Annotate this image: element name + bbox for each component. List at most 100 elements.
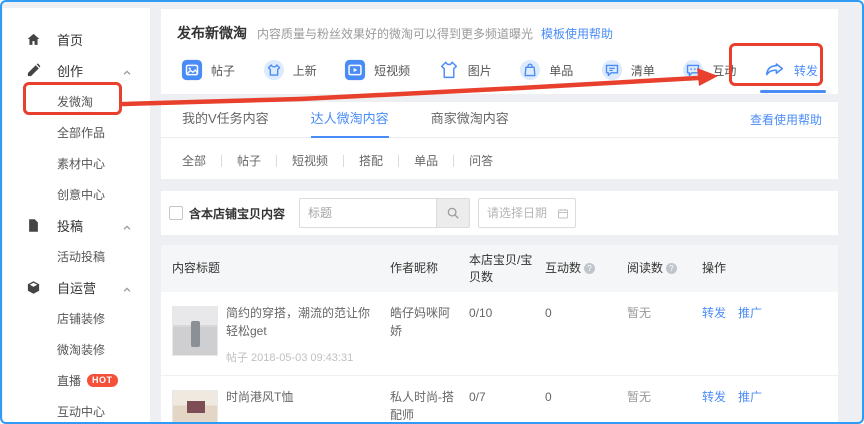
sidebar-item-label: 投稿 xyxy=(57,216,83,235)
sidebar-item-label: 活动投稿 xyxy=(57,248,105,265)
sidebar-item-label: 店铺装修 xyxy=(57,310,105,327)
page-title: 发布新微淘 xyxy=(177,23,247,43)
table-header-row: 内容标题 作者昵称 本店宝贝/宝贝数 互动数? 阅读数? 操作 xyxy=(161,245,838,292)
usage-help-link[interactable]: 查看使用帮助 xyxy=(750,111,822,128)
single-item-icon xyxy=(519,59,541,81)
filter-post[interactable]: 帖子 xyxy=(237,152,261,169)
include-shop-items-checkbox[interactable] xyxy=(169,206,183,220)
info-icon[interactable]: ? xyxy=(666,263,677,274)
sidebar-item-self-operate[interactable]: 自运营 xyxy=(3,272,150,303)
filter-row: 全部 帖子 短视频 搭配 单品 问答 xyxy=(161,152,838,169)
interaction-count: 0 xyxy=(545,388,627,424)
filter-all[interactable]: 全部 xyxy=(182,152,206,169)
content-type-interact[interactable]: 互动 xyxy=(682,59,736,87)
content-title[interactable]: 时尚港风T恤 xyxy=(226,388,353,406)
filter-qa[interactable]: 问答 xyxy=(469,152,493,169)
col-header-items: 本店宝贝/宝贝数 xyxy=(469,252,545,286)
divider xyxy=(276,155,277,167)
app-window: 首页 创作 发微淘 全部作品 素材中心 创意中心 投稿 xyxy=(0,0,864,424)
promote-action-link[interactable]: 推广 xyxy=(738,390,762,404)
filter-short-video[interactable]: 短视频 xyxy=(292,152,328,169)
content-meta: 帖子 2018-05-03 09:43:31 xyxy=(226,349,380,365)
sidebar-item-label: 素材中心 xyxy=(57,155,105,172)
content-type-post[interactable]: 帖子 xyxy=(181,59,235,87)
col-header-title: 内容标题 xyxy=(172,260,390,277)
chevron-up-icon[interactable] xyxy=(122,282,132,292)
content-type-row: 帖子 上新 短视频 图片 xyxy=(177,59,822,87)
promote-action-link[interactable]: 推广 xyxy=(738,306,762,320)
content-type-forward[interactable]: 转发 xyxy=(764,59,818,87)
content-type-picture[interactable]: 图片 xyxy=(438,59,492,87)
sidebar-item-label: 发微淘 xyxy=(57,93,93,110)
new-arrival-icon xyxy=(263,59,285,81)
picture-icon xyxy=(438,59,460,81)
date-input[interactable] xyxy=(487,206,557,220)
filter-single-item[interactable]: 单品 xyxy=(414,152,438,169)
search-filter-section: 含本店铺宝贝内容 xyxy=(161,191,838,235)
post-icon xyxy=(181,59,203,81)
calendar-icon xyxy=(557,207,569,220)
author-name: 私人时尚-搭配师 xyxy=(390,388,469,424)
content-type-short-video[interactable]: 短视频 xyxy=(344,59,410,87)
pencil-icon xyxy=(25,63,41,79)
content-title[interactable]: 简约的穿搭，潮流的范让你轻松get xyxy=(226,304,380,340)
content-type-list[interactable]: 清单 xyxy=(601,59,655,87)
forward-icon xyxy=(764,59,786,81)
publish-header-section: 发布新微淘 内容质量与粉丝效果好的微淘可以得到更多频道曝光 模板使用帮助 帖子 … xyxy=(161,9,838,94)
filter-outfit[interactable]: 搭配 xyxy=(359,152,383,169)
tab-merchant-weitao[interactable]: 商家微淘内容 xyxy=(431,102,509,138)
sidebar-item-all-works[interactable]: 全部作品 xyxy=(3,117,150,148)
forward-action-link[interactable]: 转发 xyxy=(702,306,726,320)
interaction-count: 0 xyxy=(545,304,627,365)
item-count: 0/7 xyxy=(469,388,545,424)
active-tab-underline xyxy=(760,90,826,93)
tab-daren-weitao[interactable]: 达人微淘内容 xyxy=(311,102,389,138)
content-type-new-arrival[interactable]: 上新 xyxy=(263,59,317,87)
table-row: 时尚港风T恤 帖子 2018-05-03 09:43:31 私人时尚-搭配师 0… xyxy=(161,376,838,424)
chevron-up-icon[interactable] xyxy=(122,220,132,230)
col-header-interactions: 互动数? xyxy=(545,260,627,277)
sidebar-item-shop-decorate[interactable]: 店铺装修 xyxy=(3,303,150,334)
template-help-link[interactable]: 模板使用帮助 xyxy=(541,25,613,42)
title-search-input[interactable] xyxy=(299,198,436,228)
author-name: 皓仔妈咪阿娇 xyxy=(390,304,469,365)
item-count: 0/10 xyxy=(469,304,545,365)
sidebar-item-label: 创作 xyxy=(57,61,83,80)
sidebar-item-post-weitao[interactable]: 发微淘 xyxy=(3,86,150,117)
sidebar-item-interact-center[interactable]: 互动中心 xyxy=(3,396,150,424)
content-thumbnail[interactable] xyxy=(172,306,218,356)
content-table-section: 内容标题 作者昵称 本店宝贝/宝贝数 互动数? 阅读数? 操作 简约的穿搭，潮流… xyxy=(161,245,838,422)
date-picker[interactable] xyxy=(478,198,576,228)
sidebar-item-label: 直播 xyxy=(57,372,81,389)
read-count: 暂无 xyxy=(627,388,702,424)
sidebar-item-label: 自运营 xyxy=(57,278,96,297)
info-icon[interactable]: ? xyxy=(584,263,595,274)
forward-action-link[interactable]: 转发 xyxy=(702,390,726,404)
divider xyxy=(221,155,222,167)
divider xyxy=(343,155,344,167)
search-button[interactable] xyxy=(436,198,470,228)
short-video-icon xyxy=(344,59,366,81)
sidebar-item-submit[interactable]: 投稿 xyxy=(3,210,150,241)
sidebar-item-label: 互动中心 xyxy=(57,403,105,420)
sidebar-item-idea-center[interactable]: 创意中心 xyxy=(3,179,150,210)
box-icon xyxy=(25,280,41,296)
sidebar-item-label: 微淘装修 xyxy=(57,341,105,358)
chevron-up-icon[interactable] xyxy=(122,65,132,75)
sidebar-item-material-center[interactable]: 素材中心 xyxy=(3,148,150,179)
read-count: 暂无 xyxy=(627,304,702,365)
sidebar-item-weitao-decorate[interactable]: 微淘装修 xyxy=(3,334,150,365)
table-row: 简约的穿搭，潮流的范让你轻松get 帖子 2018-05-03 09:43:31… xyxy=(161,292,838,376)
sidebar-item-label: 创意中心 xyxy=(57,186,105,203)
checkbox-label: 含本店铺宝贝内容 xyxy=(189,205,285,222)
content-tabs-section: 我的V任务内容 达人微淘内容 商家微淘内容 查看使用帮助 全部 帖子 短视频 搭… xyxy=(161,102,838,179)
tab-my-v-task[interactable]: 我的V任务内容 xyxy=(182,102,269,138)
sidebar-item-home[interactable]: 首页 xyxy=(3,24,150,55)
sidebar-item-create[interactable]: 创作 xyxy=(3,55,150,86)
document-icon xyxy=(25,218,41,234)
sidebar-item-live[interactable]: 直播 HOT xyxy=(3,365,150,396)
page-subtitle: 内容质量与粉丝效果好的微淘可以得到更多频道曝光 xyxy=(257,25,533,42)
content-thumbnail[interactable] xyxy=(172,390,218,424)
sidebar-item-activity-submit[interactable]: 活动投稿 xyxy=(3,241,150,272)
content-type-single-item[interactable]: 单品 xyxy=(519,59,573,87)
